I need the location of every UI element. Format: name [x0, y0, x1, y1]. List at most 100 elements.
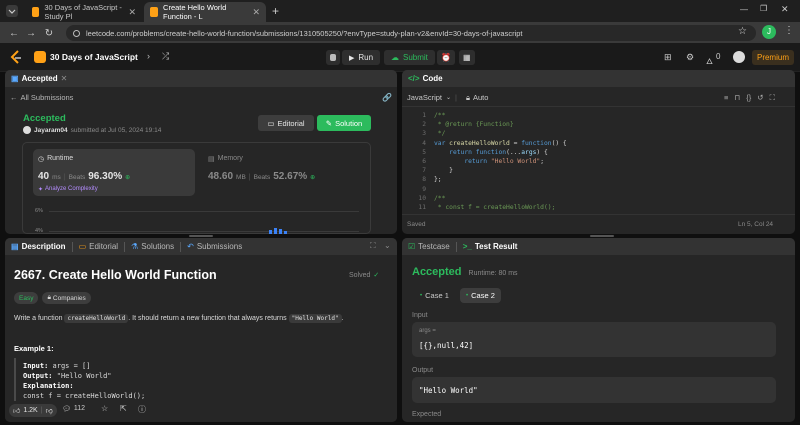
auto-mode-toggle[interactable]: 🔒︎ Auto	[466, 93, 488, 103]
notes-button[interactable]: ⏰	[437, 50, 455, 65]
code-line[interactable]: 5 return function(...args) {	[402, 148, 795, 157]
tab-editorial[interactable]: ▭ Editorial	[79, 242, 118, 251]
share-icon[interactable]: ⇱	[120, 404, 127, 413]
analyze-complexity-label: Analyze Complexity	[45, 186, 98, 192]
language-selector[interactable]: JavaScript ⌄ |	[407, 93, 457, 102]
code-line[interactable]: 2 * @return {Function}	[402, 120, 795, 129]
prev-problem-icon[interactable]: ‹	[130, 51, 133, 61]
tab-testcase[interactable]: ☑ Testcase	[408, 242, 450, 251]
code-line[interactable]: 11 * const f = createHelloWorld();	[402, 203, 795, 212]
comments-button[interactable]: 💬︎ 112	[62, 405, 85, 413]
close-tab-icon[interactable]: ✕	[128, 7, 136, 18]
tab-test-result[interactable]: >_ Test Result	[463, 242, 518, 251]
chart-gridline	[49, 211, 359, 212]
cursor-position: Ln 5, Col 24	[738, 221, 774, 228]
code-editor[interactable]: 1/** 2 * @return {Function} 3 */4 var creat…	[402, 111, 795, 215]
layout-grid-icon[interactable]: ⊞	[664, 52, 672, 63]
tab-accepted[interactable]: ▣ Accepted ✕	[11, 74, 67, 83]
expand-icon[interactable]: ⛶	[370, 241, 376, 251]
next-problem-icon[interactable]: ›	[147, 51, 150, 61]
tab-description[interactable]: ▤ Description	[11, 242, 66, 251]
study-plan-title[interactable]: 30 Days of JavaScript	[50, 52, 138, 62]
braces-icon[interactable]: {}	[746, 93, 751, 103]
notebook-button[interactable]: ▦	[459, 50, 475, 65]
site-info-icon[interactable]	[72, 29, 81, 38]
code-text: }	[434, 167, 453, 175]
fire-icon: 🜂	[706, 57, 713, 66]
reload-icon[interactable]: ↻	[40, 24, 58, 42]
editorial-label: Editorial	[277, 118, 305, 128]
panel-menu-icon[interactable]: ⌄	[384, 241, 391, 250]
code-line[interactable]: 7 }	[402, 166, 795, 175]
bookmark-icon[interactable]: ⊓	[734, 93, 740, 103]
divider	[402, 106, 795, 107]
submit-button[interactable]: ☁ Submit	[384, 50, 435, 65]
help-icon[interactable]: ⓘ	[138, 404, 146, 415]
browser-tab-hello-world[interactable]: Create Hello World Function - L ✕	[144, 2, 266, 22]
input-section-label: Input	[412, 312, 428, 319]
favorite-star-icon[interactable]: ☆	[101, 404, 108, 413]
user-avatar[interactable]	[733, 51, 745, 63]
companies-label: Companies	[52, 294, 86, 302]
code-line[interactable]: 3 */	[402, 129, 795, 138]
address-bar[interactable]: leetcode.com/problems/create-hello-world…	[66, 25, 756, 41]
minimize-icon[interactable]: —	[740, 5, 748, 14]
like-button[interactable]: 👍︎ 1.2K | 👎︎	[9, 404, 57, 417]
vertical-resize-handle[interactable]	[189, 235, 213, 237]
result-status: Accepted	[412, 266, 462, 278]
close-window-icon[interactable]: ✕	[781, 4, 789, 15]
submission-status: Accepted	[23, 113, 66, 124]
vertical-resize-handle[interactable]	[590, 235, 614, 237]
new-tab-icon[interactable]: +	[272, 4, 279, 18]
browser-tab-study-plan[interactable]: 30 Days of JavaScript - Study Pl ✕	[26, 2, 142, 22]
forward-icon[interactable]: →	[22, 24, 40, 42]
tab-submissions[interactable]: ↶ Submissions	[187, 242, 242, 251]
tab-search-icon[interactable]	[6, 5, 18, 17]
close-tab-icon[interactable]: ✕	[61, 74, 68, 83]
case-1-tab[interactable]: • Case 1	[414, 288, 455, 303]
problem-title[interactable]: 2667. Create Hello World Function	[14, 268, 217, 282]
case-2-tab[interactable]: • Case 2	[460, 288, 501, 303]
code-line[interactable]: 10 /**	[402, 194, 795, 203]
leetcode-logo-icon[interactable]	[10, 50, 23, 65]
fullscreen-icon[interactable]: ⛶	[770, 93, 775, 103]
reset-icon[interactable]: ↺	[757, 93, 763, 103]
analyze-complexity-link[interactable]: ✦ Analyze Complexity	[38, 186, 98, 193]
divider	[71, 241, 73, 252]
back-icon[interactable]: ←	[5, 24, 23, 42]
debug-button[interactable]	[326, 50, 340, 65]
thumbs-down-icon[interactable]: 👎︎	[46, 406, 53, 415]
code-line[interactable]: 4 var createHelloWorld = function() {	[402, 139, 795, 148]
share-link-icon[interactable]: 🔗	[382, 93, 392, 102]
code-line[interactable]: 9	[402, 185, 795, 194]
code-line[interactable]: 8};	[402, 175, 795, 184]
run-button[interactable]: ▶ Run	[342, 50, 381, 65]
companies-chip[interactable]: 🔒︎ Companies	[42, 292, 91, 304]
settings-gear-icon[interactable]: ⚙	[686, 52, 694, 63]
streak-counter[interactable]: 🜂 0	[706, 52, 720, 69]
profile-avatar[interactable]: J	[762, 25, 776, 39]
lock-icon: 🔒︎	[466, 93, 470, 102]
tab-solutions[interactable]: ⚗ Solutions	[131, 242, 174, 251]
solution-button[interactable]: ✎ Solution	[317, 115, 371, 131]
tab-description-label: Description	[21, 242, 66, 251]
line-number: 1	[422, 112, 426, 119]
code-line[interactable]: 6 return "Hello World";	[402, 157, 795, 166]
tab-code[interactable]: </> Code	[408, 74, 443, 83]
all-submissions-link[interactable]: ← All Submissions	[10, 93, 73, 102]
browser-menu-icon[interactable]: ⋮	[784, 25, 794, 36]
memory-header[interactable]: ▤ Memory	[208, 155, 243, 163]
code-line[interactable]: 1 /**	[402, 111, 795, 120]
close-tab-icon[interactable]: ✕	[252, 7, 260, 18]
runtime-box[interactable]: ◷ Runtime 40 ms | Beats 96.30% ⊕ ✦ Analy…	[33, 149, 195, 196]
shuffle-icon[interactable]: ⤮	[162, 51, 169, 62]
editorial-button[interactable]: ▭ Editorial	[258, 115, 314, 131]
editor-toolbar: ≡ ⊓ {} ↺ ⛶	[724, 93, 775, 103]
bookmark-star-icon[interactable]: ☆	[738, 26, 747, 37]
format-icon[interactable]: ≡	[724, 93, 728, 103]
maximize-icon[interactable]: ❐	[760, 4, 767, 13]
premium-button[interactable]: Premium	[752, 50, 794, 65]
case-2-label: Case 2	[471, 291, 495, 300]
user-avatar	[23, 126, 31, 134]
username[interactable]: Jayaram04	[34, 127, 68, 134]
